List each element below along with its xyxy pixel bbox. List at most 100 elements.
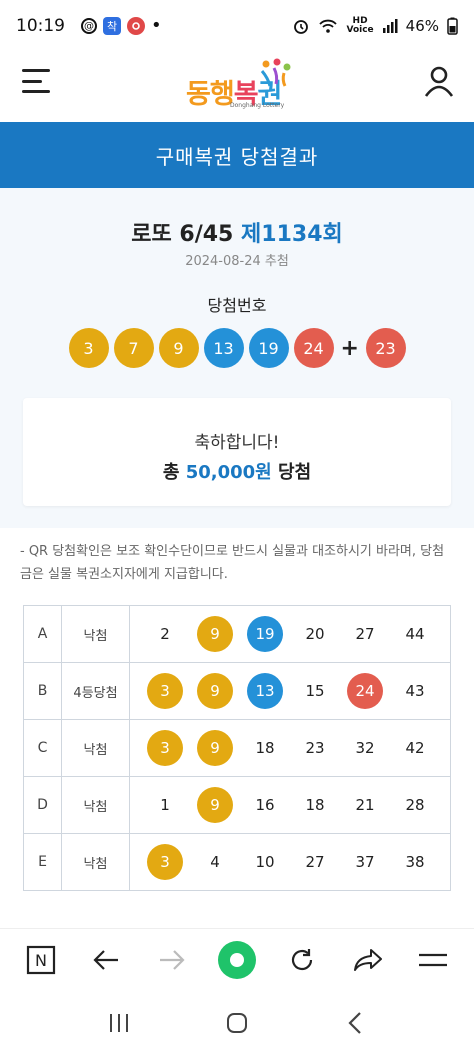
prize-line: 총 50,000원 당첨 bbox=[23, 458, 451, 484]
app-header: 동행복권 Donghang Lottery bbox=[0, 52, 474, 122]
ticket-result: 낙첨 bbox=[62, 606, 130, 662]
qr-notice: - QR 당첨확인은 보조 확인수단이므로 반드시 실물과 대조하시기 바라며,… bbox=[20, 544, 445, 582]
ticket-label: E bbox=[24, 834, 62, 890]
refresh-icon bbox=[292, 948, 313, 970]
ticket-number: 20 bbox=[305, 625, 325, 643]
hamburger-menu-button[interactable] bbox=[22, 69, 50, 93]
home-button[interactable] bbox=[220, 1006, 254, 1040]
table-row: C 낙첨 3 9 18 23 32 42 bbox=[24, 720, 451, 777]
winning-numbers: 3 7 9 13 19 24 +23 bbox=[0, 328, 474, 368]
status-time: 10:19 bbox=[16, 16, 65, 36]
matched-number-ball: 3 bbox=[147, 673, 183, 709]
ticket-label: D bbox=[24, 777, 62, 833]
menu-line bbox=[22, 79, 42, 83]
ticket-number: 44 bbox=[405, 625, 425, 643]
bonus-ball: 23 bbox=[365, 328, 406, 368]
ticket-number: 2 bbox=[160, 625, 170, 643]
winning-ball: 13 bbox=[203, 328, 244, 368]
browser-toolbar: N bbox=[0, 928, 474, 990]
ticket-numbers: 3 4 10 27 37 38 bbox=[130, 834, 451, 890]
recent-apps-icon bbox=[110, 1013, 128, 1032]
bonus-plus-sign: + bbox=[340, 335, 359, 361]
system-navigation-bar bbox=[0, 992, 474, 1053]
winning-ball: 19 bbox=[248, 328, 289, 368]
ticket-number: 18 bbox=[255, 739, 275, 757]
congrats-box: 축하합니다! 총 50,000원 당첨 bbox=[23, 398, 451, 506]
round-number: 제1134회 bbox=[241, 222, 343, 247]
threads-icon: @ bbox=[81, 18, 97, 34]
matched-number-ball: 9 bbox=[197, 616, 233, 652]
ticket-number: 27 bbox=[355, 625, 375, 643]
ticket-result: 4등당첨 bbox=[62, 663, 130, 719]
ticket-results-table: A 낙첨 2 9 19 20 27 44 B 4등당첨 3 9 13 15 24 43 C 낙첨 3 9 18 23 32 4… bbox=[23, 605, 451, 891]
home-icon bbox=[227, 1012, 247, 1033]
game-name: 로또 6/45 bbox=[131, 222, 234, 247]
donghang-lottery-logo[interactable]: 동행복권 Donghang Lottery bbox=[186, 58, 292, 112]
user-icon bbox=[424, 66, 454, 97]
recent-apps-button[interactable] bbox=[102, 1006, 136, 1040]
matched-number-ball: 3 bbox=[147, 730, 183, 766]
ticket-numbers: 1 9 16 18 21 28 bbox=[130, 777, 451, 833]
draw-round-title: 로또 6/45 제1134회 bbox=[0, 216, 474, 248]
page-title-band: 구매복권 당첨결과 bbox=[0, 122, 474, 188]
logo-people-icon bbox=[260, 58, 291, 87]
table-row: E 낙첨 3 4 10 27 37 38 bbox=[24, 834, 451, 891]
ticket-number: 23 bbox=[305, 739, 325, 757]
ticket-numbers: 3 9 18 23 32 42 bbox=[130, 720, 451, 776]
ticket-numbers: 3 9 13 15 24 43 bbox=[130, 663, 451, 719]
ticket-result: 낙첨 bbox=[62, 777, 130, 833]
prize-prefix: 총 bbox=[162, 462, 180, 483]
ticket-number: 21 bbox=[355, 796, 375, 814]
ticket-number: 32 bbox=[355, 739, 375, 757]
ticket-number: 1 bbox=[160, 796, 170, 814]
share-button[interactable] bbox=[348, 940, 388, 980]
wifi-icon bbox=[319, 19, 338, 33]
matched-number-ball: 13 bbox=[247, 673, 283, 709]
ticket-number: 27 bbox=[305, 853, 325, 871]
winning-ball: 7 bbox=[113, 328, 154, 368]
matched-number-ball: 9 bbox=[197, 787, 233, 823]
table-row: A 낙첨 2 9 19 20 27 44 bbox=[24, 606, 451, 663]
table-row: B 4등당첨 3 9 13 15 24 43 bbox=[24, 663, 451, 720]
forward-arrow-icon bbox=[159, 949, 185, 970]
ticket-label: A bbox=[24, 606, 62, 662]
prize-amount: 50,000원 bbox=[185, 462, 272, 483]
lotto-result-page: 10:19 @ 착 • HD Voice 46% 동행복권 Donghang L… bbox=[0, 0, 474, 1053]
battery-icon bbox=[447, 17, 458, 35]
ticket-number: 4 bbox=[210, 853, 220, 871]
status-right: HD Voice 46% bbox=[292, 17, 458, 35]
matched-number-ball: 9 bbox=[197, 673, 233, 709]
forward-button[interactable] bbox=[152, 940, 192, 980]
app-badge-icon: 착 bbox=[103, 17, 121, 35]
share-icon bbox=[353, 948, 382, 971]
refresh-button[interactable] bbox=[282, 940, 322, 980]
logo-part-1: 동행 bbox=[186, 79, 235, 110]
congrats-message: 축하합니다! bbox=[194, 433, 280, 453]
naver-n-icon: N bbox=[26, 945, 55, 974]
user-profile-button[interactable] bbox=[422, 64, 456, 98]
green-dot-icon bbox=[217, 940, 256, 979]
winning-ball: 3 bbox=[68, 328, 109, 368]
menu-line bbox=[22, 69, 50, 72]
matched-number-ball: 19 bbox=[247, 616, 283, 652]
status-left: 10:19 @ 착 • bbox=[16, 16, 162, 36]
winning-ball: 24 bbox=[293, 328, 334, 368]
ticket-numbers: 2 9 19 20 27 44 bbox=[130, 606, 451, 662]
naver-home-button[interactable]: N bbox=[21, 940, 61, 980]
draw-date: 2024-08-24 추첨 bbox=[185, 254, 289, 269]
notification-icon bbox=[127, 17, 145, 35]
hd-voice-icon: HD Voice bbox=[346, 16, 374, 35]
matched-number-ball: 24 bbox=[347, 673, 383, 709]
ticket-label: B bbox=[24, 663, 62, 719]
system-back-button[interactable] bbox=[338, 1006, 372, 1040]
ticket-result: 낙첨 bbox=[62, 720, 130, 776]
ticket-number: 10 bbox=[255, 853, 275, 871]
green-dot-button[interactable] bbox=[217, 940, 257, 980]
winning-numbers-label: 당첨번호 bbox=[207, 296, 267, 315]
alarm-icon bbox=[294, 20, 309, 34]
browser-menu-button[interactable] bbox=[413, 940, 453, 980]
menu-lines-icon bbox=[419, 953, 448, 966]
signal-icon bbox=[382, 19, 398, 33]
back-button[interactable] bbox=[86, 940, 126, 980]
system-back-icon bbox=[348, 1011, 361, 1034]
